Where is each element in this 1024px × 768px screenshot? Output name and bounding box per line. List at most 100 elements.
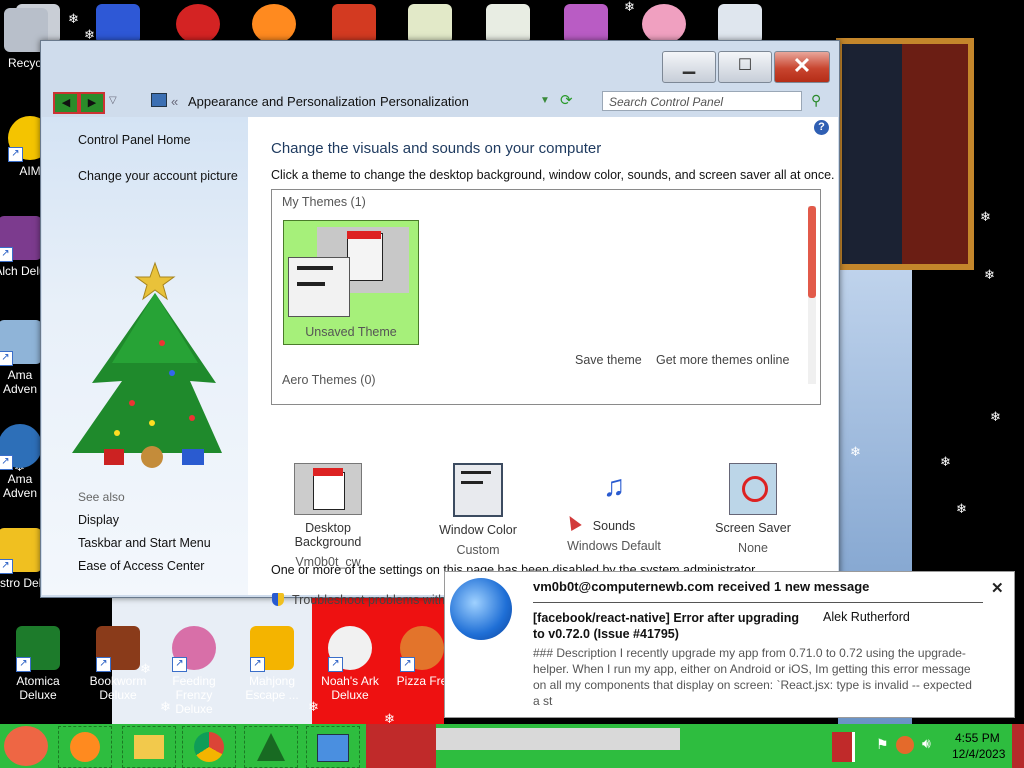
search-input[interactable]: Search Control Panel xyxy=(602,91,802,111)
snowflake: ❄ xyxy=(850,444,861,459)
sounds-icon: ♫ xyxy=(602,470,626,503)
theme-list: My Themes (1) Unsaved Theme Save theme G… xyxy=(271,189,821,405)
link-control-panel-home[interactable]: Control Panel Home xyxy=(78,133,191,147)
personalization-window: ▁ ☐ ✕ ◀ ▶ ▽ « Appearance and Personaliza… xyxy=(40,40,840,607)
desktop-icon-top[interactable] xyxy=(408,4,452,44)
search-icon[interactable]: ⚲ xyxy=(811,92,821,109)
astro-icon: ↗ xyxy=(0,528,42,574)
desktop-icon-bookworm[interactable]: ↗ Bookworm Deluxe xyxy=(80,626,156,702)
notification-divider xyxy=(533,602,983,603)
taskbar-red-area xyxy=(366,724,436,768)
firefox-icon[interactable] xyxy=(252,4,296,44)
firefox-icon xyxy=(70,732,100,762)
recent-pages-icon[interactable]: ▽ xyxy=(109,95,117,106)
snowflake: ❄ xyxy=(940,454,951,469)
clock-date[interactable]: 12/4/2023 xyxy=(952,747,1005,761)
chrome-icon xyxy=(194,732,224,762)
show-hidden-icons[interactable]: ⚑ xyxy=(876,736,889,753)
tray-thunderbird-icon[interactable] xyxy=(896,736,914,754)
clock-time[interactable]: 4:55 PM xyxy=(955,731,1000,745)
theme-list-scrollbar[interactable] xyxy=(808,206,816,384)
desktop-icon-noahs-ark[interactable]: ↗ Noah's Ark Deluxe xyxy=(312,626,388,702)
screen-saver-tile[interactable]: Screen Saver None xyxy=(708,463,798,555)
taskbar-explorer[interactable] xyxy=(122,726,176,768)
link-display[interactable]: Display xyxy=(78,513,119,527)
desktop-background-tile[interactable]: Desktop Background Vm0b0t_cw xyxy=(271,463,385,569)
back-button[interactable]: ◀ xyxy=(53,92,79,114)
amazing-adventures-icon: ↗ xyxy=(0,320,42,366)
tree-icon xyxy=(257,733,285,761)
theme-preview-window xyxy=(288,257,350,317)
get-more-themes-link[interactable]: Get more themes online xyxy=(656,353,789,367)
start-button[interactable] xyxy=(4,726,48,766)
main-pane: ? Change the visuals and sounds on your … xyxy=(248,117,838,607)
snowflake: ❄ xyxy=(68,11,79,26)
forward-button[interactable]: ▶ xyxy=(79,92,105,114)
show-desktop-button[interactable] xyxy=(1012,724,1024,768)
snowflake: ❄ xyxy=(624,0,635,14)
desktop-icon-top[interactable] xyxy=(642,4,686,44)
new-mail-notification[interactable]: vm0b0t@computernewb.com received 1 new m… xyxy=(444,571,1015,718)
desktop-icon-atomica[interactable]: ↗ Atomica Deluxe xyxy=(0,626,76,702)
save-theme-link[interactable]: Save theme xyxy=(575,353,642,367)
screen-saver-title: Screen Saver xyxy=(715,521,791,535)
breadcrumb-appearance[interactable]: Appearance and Personalization xyxy=(188,94,376,109)
taskbar-chrome[interactable] xyxy=(182,726,236,768)
shield-icon xyxy=(272,593,284,606)
noahs-ark-icon: ↗ xyxy=(328,626,372,672)
sounds-tile[interactable]: ♫ Sounds Windows Default xyxy=(564,463,664,553)
desktop-icon-feeding-frenzy[interactable]: ↗ Feeding Frenzy Deluxe xyxy=(156,626,232,716)
minimize-icon: ▁ xyxy=(682,57,696,74)
desktop-icon-top[interactable] xyxy=(176,4,220,44)
message-preview: ### Description I recently upgrade my ap… xyxy=(533,646,972,708)
desktop-icon-pizza-frenzy[interactable]: ↗ Pizza Fre xyxy=(392,626,452,688)
breadcrumb-separator-icon: « xyxy=(171,94,179,109)
link-change-account-picture[interactable]: Change your account picture xyxy=(78,169,238,183)
control-panel-icon xyxy=(151,93,167,107)
desktop-icon-top[interactable] xyxy=(564,4,608,44)
snowflake: ❄ xyxy=(984,267,995,282)
help-icon[interactable]: ? xyxy=(814,120,829,135)
notification-title: vm0b0t@computernewb.com received 1 new m… xyxy=(533,579,870,594)
tray-red-box xyxy=(832,732,855,762)
pizza-frenzy-icon: ↗ xyxy=(400,626,444,672)
close-icon[interactable]: ✕ xyxy=(991,579,1004,597)
close-button[interactable]: ✕ xyxy=(774,51,830,83)
see-also-heading: See also xyxy=(78,490,125,504)
wallpaper-photo-frame xyxy=(836,38,974,270)
desktop-icon-top[interactable] xyxy=(96,4,140,44)
snowflake: ❄ xyxy=(956,501,967,516)
desktop-icon-top[interactable] xyxy=(332,4,376,44)
sounds-value: Windows Default xyxy=(567,539,661,553)
mahjong-icon: ↗ xyxy=(250,626,294,672)
window-color-tile[interactable]: Window Color Custom xyxy=(433,463,523,557)
refresh-icon[interactable]: ⟳ xyxy=(560,91,573,109)
taskbar-personalization[interactable] xyxy=(244,726,298,768)
unsaved-theme-tile[interactable]: Unsaved Theme xyxy=(283,220,419,345)
desktop-icon-top[interactable] xyxy=(718,4,762,44)
aero-themes-heading: Aero Themes (0) xyxy=(282,373,376,387)
desktop-background-icon xyxy=(294,463,362,515)
volume-icon[interactable]: 🔊︎ xyxy=(922,735,931,752)
taskbar-control-panel[interactable] xyxy=(306,726,360,768)
desktop-background-title: Desktop Background xyxy=(294,521,362,549)
taskbar-firefox[interactable] xyxy=(58,726,112,768)
unsaved-theme-label: Unsaved Theme xyxy=(305,325,397,339)
maximize-button[interactable]: ☐ xyxy=(718,51,772,83)
my-themes-heading: My Themes (1) xyxy=(282,195,366,209)
desktop-icon-mahjong[interactable]: ↗ Mahjong Escape ... xyxy=(234,626,310,702)
taskbar-grey-area xyxy=(436,728,680,750)
atomica-icon: ↗ xyxy=(16,626,60,672)
link-taskbar-start-menu[interactable]: Taskbar and Start Menu xyxy=(78,536,211,550)
folder-icon xyxy=(134,735,164,759)
alchemy-icon: ↗ xyxy=(0,216,42,262)
address-dropdown-icon[interactable]: ▼ xyxy=(540,95,550,106)
desktop-icon-top[interactable] xyxy=(486,4,530,44)
breadcrumb-personalization[interactable]: Personalization xyxy=(380,94,469,109)
window-color-icon xyxy=(453,463,503,517)
thunderbird-icon xyxy=(450,578,512,640)
close-icon: ✕ xyxy=(792,53,812,78)
page-subheading: Click a theme to change the desktop back… xyxy=(271,168,835,182)
link-ease-of-access[interactable]: Ease of Access Center xyxy=(78,559,204,573)
minimize-button[interactable]: ▁ xyxy=(662,51,716,83)
